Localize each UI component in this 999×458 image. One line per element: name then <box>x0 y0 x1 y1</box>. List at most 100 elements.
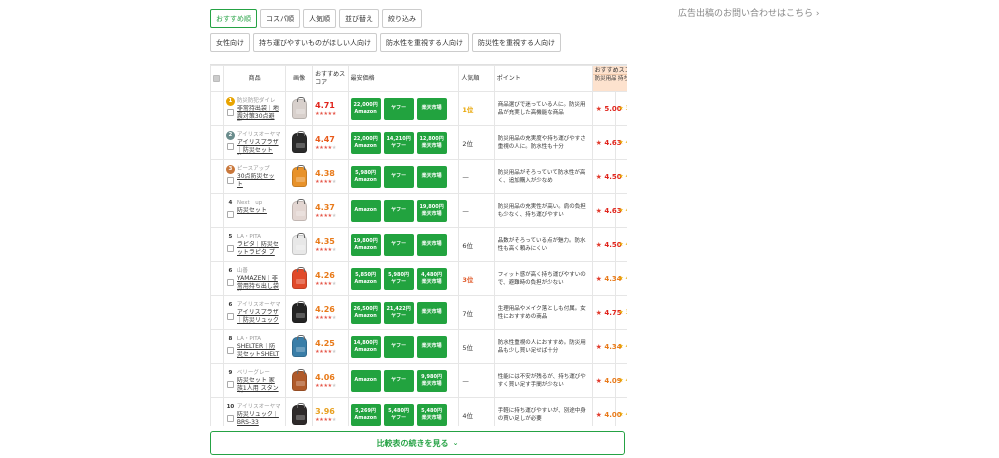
row-checkbox[interactable] <box>226 210 234 218</box>
reco-portability-cell: ★ 4. <box>615 261 627 296</box>
score-value: 4.47 <box>315 134 335 144</box>
popularity-rank: — <box>462 206 469 215</box>
backpack-image[interactable] <box>291 164 307 187</box>
row-checkbox[interactable] <box>226 346 234 354</box>
show-more-button[interactable]: 比較表の続きを見る ⌄ <box>210 431 625 455</box>
header-score[interactable]: おすすめスコア <box>312 65 349 92</box>
product-name-link[interactable]: アイリスプラザ｜防災リュックセ... <box>237 309 280 325</box>
backpack-image[interactable] <box>291 266 307 289</box>
row-checkbox[interactable] <box>226 278 234 286</box>
store-price: 19,800円 <box>419 203 444 210</box>
store-price-button[interactable]: 22,000円 Amazon <box>350 131 381 154</box>
store-price-button[interactable]: 4,480円 楽天市場 <box>416 267 447 290</box>
sort-tab[interactable]: コスパ順 <box>260 9 300 28</box>
popularity-cell: — <box>458 193 495 228</box>
store-name: Amazon <box>354 108 377 115</box>
product-name-link[interactable]: YAMAZEN｜非常用持ち出し袋 防... <box>237 275 280 291</box>
product-cell: 10 アイリスオーヤマ 防災リュック｜BRS-33 <box>222 397 287 427</box>
filter-tag[interactable]: 持ち運びやすいものがほしい人向け <box>253 33 377 52</box>
store-price-button[interactable]: 楽天市場 <box>416 97 447 120</box>
backpack-image[interactable] <box>291 402 307 425</box>
header-reco-sub1[interactable]: 防災用品の充実度 <box>593 75 616 84</box>
store-price-button[interactable]: 楽天市場 <box>416 335 447 358</box>
store-price-button[interactable]: 5,480円 ヤフー <box>383 403 414 426</box>
row-checkbox[interactable] <box>226 312 234 320</box>
filter-tag[interactable]: 女性向け <box>210 33 250 52</box>
store-price-button[interactable]: ヤフー <box>383 335 414 358</box>
store-price-button[interactable]: ヤフー <box>383 199 414 222</box>
store-price-button[interactable]: ヤフー <box>383 369 414 392</box>
filter-tag[interactable]: 防災性を重視する人向け <box>472 33 561 52</box>
ad-inquiry-link[interactable]: 広告出稿のお問い合わせはこちら › <box>678 6 819 19</box>
backpack-image[interactable] <box>291 232 307 255</box>
store-price-button[interactable]: 楽天市場 <box>416 233 447 256</box>
reco-supply-cell: ★ 4.34 <box>591 261 622 296</box>
backpack-image[interactable] <box>291 130 307 153</box>
store-price-button[interactable]: 22,000円 Amazon <box>350 97 381 120</box>
sort-tab[interactable]: 絞り込み <box>382 9 422 28</box>
header-price[interactable]: 最安価格 <box>347 65 460 92</box>
row-checkbox[interactable] <box>226 414 234 422</box>
product-name-link[interactable]: 防災セット 家族1人用 スタンダード <box>237 377 280 393</box>
store-price-button[interactable]: 12,800円 楽天市場 <box>416 131 447 154</box>
backpack-image[interactable] <box>291 334 307 357</box>
row-checkbox[interactable] <box>226 142 234 150</box>
row-checkbox[interactable] <box>226 176 234 184</box>
header-rank[interactable]: 人気順 <box>458 65 495 92</box>
store-price-button[interactable]: 19,800円 楽天市場 <box>416 199 447 222</box>
store-price-button[interactable]: ヤフー <box>383 165 414 188</box>
backpack-image[interactable] <box>291 368 307 391</box>
score-value: 4.26 <box>315 270 335 280</box>
backpack-image[interactable] <box>291 198 307 221</box>
store-price-button[interactable]: 5,850円 Amazon <box>350 267 381 290</box>
store-price-button[interactable]: 5,480円 楽天市場 <box>416 403 447 426</box>
filter-tag[interactable]: 防水性を重視する人向け <box>380 33 469 52</box>
sort-tab[interactable]: 人気順 <box>303 9 336 28</box>
product-name-link[interactable]: 30点防災セット <box>237 173 280 189</box>
image-cell <box>285 159 314 194</box>
product-name-link[interactable]: アイリスプラザ｜防災セット 防災... <box>237 139 280 155</box>
backpack-image[interactable] <box>291 300 307 323</box>
select-all-checkbox[interactable] <box>213 74 221 82</box>
row-checkbox[interactable] <box>226 244 234 252</box>
store-price-button[interactable]: 5,269円 Amazon <box>350 403 381 426</box>
image-cell <box>285 295 314 330</box>
store-price-button[interactable]: 9,980円 楽天市場 <box>416 369 447 392</box>
product-name-link[interactable]: 防災リュック｜BRS-33 <box>237 411 280 427</box>
row-spacer-cell <box>210 91 224 126</box>
point-cell: 商品選びで迷っている人に。防災用品が充実した高機能な商品 <box>493 91 593 126</box>
score-cell: 4.35 ★★★★★ <box>312 227 349 262</box>
backpack-image[interactable] <box>291 96 307 119</box>
store-price-button[interactable]: 5,980円 Amazon <box>350 165 381 188</box>
row-checkbox[interactable] <box>226 380 234 388</box>
row-spacer-cell <box>210 159 224 194</box>
store-price-button[interactable]: 5,980円 ヤフー <box>383 267 414 290</box>
store-price-button[interactable]: 26,500円 Amazon <box>350 301 381 324</box>
store-name: ヤフー <box>391 278 407 285</box>
store-price-button[interactable]: ヤフー <box>383 97 414 120</box>
store-price-button[interactable]: 楽天市場 <box>416 301 447 324</box>
product-name-link[interactable]: ラピタ｜防災セットラピタ プレミ... <box>237 241 280 257</box>
sort-tab[interactable]: おすすめ順 <box>210 9 257 28</box>
product-name-link[interactable]: 防災セット <box>237 207 280 223</box>
store-price-button[interactable]: 19,800円 Amazon <box>350 233 381 256</box>
store-name: ヤフー <box>391 312 407 319</box>
store-price-button[interactable]: 14,800円 Amazon <box>350 335 381 358</box>
product-name-link[interactable]: SHELTER｜防災セットSHELTE... <box>237 343 280 359</box>
popularity-cell: 3位 <box>458 261 495 296</box>
popularity-cell: 5位 <box>458 329 495 364</box>
product-cell: 3 ピースアップ 30点防災セット <box>222 159 287 194</box>
header-checkbox-cell[interactable] <box>210 65 224 92</box>
row-checkbox[interactable] <box>226 108 234 116</box>
store-price-button[interactable]: 14,210円 ヤフー <box>383 131 414 154</box>
product-name-link[interactable]: 非常持出袋｜地震対策30点避難セット <box>237 105 280 121</box>
store-price-button[interactable]: 楽天市場 <box>416 165 447 188</box>
store-price-button[interactable]: 21,422円 ヤフー <box>383 301 414 324</box>
price-cell: 26,500円 Amazon 21,422円 ヤフー 楽天市場 <box>347 295 460 330</box>
store-price-button[interactable]: ヤフー <box>383 233 414 256</box>
store-price-button[interactable]: Amazon <box>350 199 381 222</box>
point-text: 防災用品の充実度や持ち運びやすさ重視の人に。防水性も十分 <box>497 135 586 150</box>
sort-tab[interactable]: 並び替え <box>339 9 379 28</box>
store-price-button[interactable]: Amazon <box>350 369 381 392</box>
header-reco-sub2[interactable]: 持ち運びやすさ <box>616 75 627 84</box>
